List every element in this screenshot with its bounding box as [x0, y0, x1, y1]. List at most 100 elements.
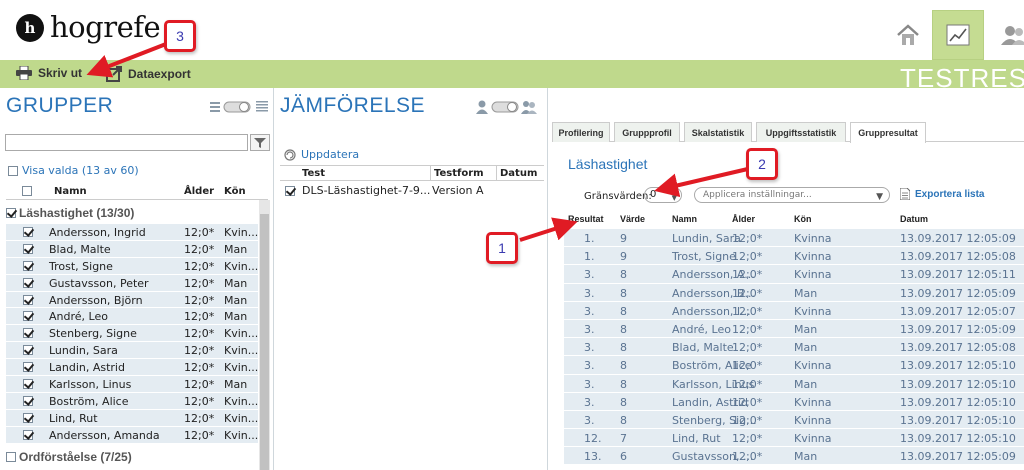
cell-date: 13.09.2017 12:05:09	[900, 322, 1016, 336]
table-row[interactable]: 12. 7 Lind, Rut 12;0* Kvinna 13.09.2017 12:05…	[564, 429, 1024, 448]
cell-value: 8	[620, 304, 627, 318]
table-row[interactable]: 3. 8 Boström, Alice 12;0* Kvinna 13.09.2017 1…	[564, 356, 1024, 375]
member-row[interactable]: Boström, Alice 12;0* Kvin...	[6, 392, 258, 410]
table-row[interactable]: 1. 9 Lundin, Sara 12;0* Kvinna 13.09.2017 12:…	[564, 229, 1024, 248]
member-checkbox[interactable]	[23, 379, 33, 390]
tab-skalstatistik[interactable]: Skalstatistik	[684, 122, 752, 142]
logo-mark: h	[16, 14, 44, 42]
cell-gender: Man	[794, 322, 818, 336]
member-checkbox[interactable]	[23, 395, 33, 406]
chevron-down-icon: ▼	[876, 192, 883, 202]
home-button[interactable]	[882, 10, 934, 60]
table-row[interactable]: 3. 8 Blad, Malte 12;0* Man 13.09.2017 12:05:0…	[564, 338, 1024, 357]
groups-search-input[interactable]	[5, 134, 248, 151]
member-row[interactable]: André, Leo 12;0* Man	[6, 308, 258, 326]
member-gender: Man	[224, 378, 248, 392]
member-checkbox[interactable]	[23, 260, 33, 271]
statistics-button[interactable]	[932, 10, 984, 60]
row-checkbox[interactable]	[285, 186, 295, 196]
printer-icon	[16, 66, 32, 80]
scrollbar-thumb[interactable]	[260, 214, 269, 470]
member-checkbox[interactable]	[23, 429, 33, 440]
member-checkbox[interactable]	[23, 311, 33, 322]
col-name[interactable]: Namn	[672, 214, 697, 224]
table-row[interactable]: 3. 8 André, Leo 12;0* Man 13.09.2017 12:05:09	[564, 319, 1024, 339]
view-toggle-icon[interactable]	[210, 100, 270, 114]
tab-profilering[interactable]: Profilering	[552, 122, 610, 142]
data-export-button[interactable]: Dataexport	[106, 66, 191, 82]
member-checkbox[interactable]	[23, 345, 33, 356]
tab-uppgiftsstatistik[interactable]: Uppgiftsstatistik	[756, 122, 846, 142]
table-row[interactable]: 3. 8 Andersson, B... 12;0* Man 13.09.2017 12:…	[564, 283, 1024, 302]
member-row[interactable]: Andersson, Ingrid 12;0* Kvin...	[6, 224, 258, 241]
group-label: Ordförståelse (7/25)	[19, 450, 132, 464]
member-checkbox[interactable]	[23, 412, 33, 423]
threshold-stepper[interactable]: 0 ▲ ▼	[644, 187, 682, 203]
cell-age: 12;0*	[732, 286, 763, 300]
col-gender[interactable]: Kön	[794, 214, 812, 224]
export-list-button[interactable]: Exportera lista	[900, 188, 984, 200]
table-row[interactable]: 3. 8 Landin, Astrid 12;0* Kvinna 13.09.2017 1…	[564, 392, 1024, 411]
stepper-arrows-icon[interactable]: ▲ ▼	[672, 189, 677, 202]
group-header-reading-speed[interactable]: Läshastighet (13/30)	[6, 206, 134, 220]
select-all-checkbox[interactable]	[22, 186, 32, 196]
member-gender: Kvin...	[224, 259, 259, 273]
cell-date: 13.09.2017 12:05:10	[900, 395, 1016, 409]
table-row[interactable]: 3. 8 Andersson, A... 12;0* Kvinna 13.09.2017 …	[564, 265, 1024, 284]
compare-toggle-icon[interactable]	[476, 100, 538, 114]
member-row[interactable]: Gustavsson, Peter 12;0* Man	[6, 274, 258, 292]
member-row[interactable]: Trost, Signe 12;0* Kvin...	[6, 257, 259, 275]
member-checkbox[interactable]	[23, 243, 33, 254]
member-row[interactable]: Lundin, Sara 12;0* Kvin...	[6, 342, 258, 360]
tab-gruppresultat[interactable]: Gruppresultat	[850, 122, 926, 143]
member-row[interactable]: Stenberg, Signe 12;0* Kvin...	[6, 325, 258, 343]
groups-scrollbar[interactable]	[259, 200, 270, 470]
table-row[interactable]: 3. 8 Andersson, I... 12;0* Kvinna 13.09.2017 …	[564, 301, 1024, 320]
member-row[interactable]: Andersson, Amanda 12;0* Kvin...	[6, 426, 258, 444]
cell-result: 3.	[584, 395, 595, 409]
member-gender: Man	[224, 276, 248, 290]
filter-button[interactable]	[250, 134, 270, 151]
group-checkbox[interactable]	[6, 452, 16, 462]
tab-gruppprofil[interactable]: Gruppprofil	[614, 122, 680, 142]
settings-placeholder: Applicera inställningar...	[703, 190, 812, 200]
group-checkbox[interactable]	[6, 208, 16, 218]
filter-icon	[254, 137, 266, 148]
col-age[interactable]: Ålder	[732, 214, 755, 224]
cell-gender: Kvinna	[794, 395, 832, 409]
member-row[interactable]: Landin, Astrid 12;0* Kvin...	[6, 359, 258, 377]
member-checkbox[interactable]	[23, 328, 33, 339]
cell-date: 13.09.2017 12:05:10	[900, 359, 1016, 373]
cell-result: 3.	[584, 359, 595, 373]
col-date[interactable]: Datum	[900, 214, 928, 224]
apply-settings-select[interactable]: Applicera inställningar... ▼	[694, 187, 890, 203]
show-selected-toggle[interactable]: Visa valda (13 av 60)	[8, 164, 139, 177]
cell-date: 13.09.2017 12:05:09	[900, 450, 1016, 464]
member-row[interactable]: Karlsson, Linus 12;0* Man	[6, 376, 258, 393]
member-row[interactable]: Andersson, Björn 12;0* Man	[6, 291, 258, 309]
show-selected-label: Visa valda (13 av 60)	[22, 164, 139, 177]
export-icon	[106, 66, 122, 82]
member-age: 12;0*	[184, 276, 215, 290]
member-checkbox[interactable]	[23, 227, 33, 237]
table-row[interactable]: 1. 9 Trost, Signe 12;0* Kvinna 13.09.2017 12:…	[564, 247, 1024, 266]
member-name: Boström, Alice	[49, 394, 129, 408]
show-selected-checkbox[interactable]	[8, 165, 18, 176]
update-button[interactable]: Uppdatera	[284, 148, 359, 161]
comparison-row[interactable]: DLS-Läshastighet-7-9... Version A	[280, 183, 544, 199]
col-value[interactable]: Värde	[620, 214, 645, 224]
member-checkbox[interactable]	[23, 294, 33, 305]
group-header-vocabulary[interactable]: Ordförståelse (7/25)	[6, 450, 132, 464]
member-checkbox[interactable]	[23, 362, 33, 373]
member-checkbox[interactable]	[23, 277, 33, 288]
table-row[interactable]: 13. 6 Gustavsson, ... 12;0* Man 13.09.2017 12…	[564, 447, 1024, 466]
comparison-table-header: Test Testform Datum	[280, 165, 544, 181]
table-row[interactable]: 3. 8 Karlsson, Linus 12;0* Man 13.09.2017 12:…	[564, 374, 1024, 393]
users-button[interactable]	[988, 10, 1024, 60]
member-row[interactable]: Lind, Rut 12;0* Kvin...	[6, 409, 258, 427]
member-row[interactable]: Blad, Malte 12;0* Man	[6, 240, 258, 258]
print-button[interactable]: Skriv ut	[16, 66, 82, 80]
table-row[interactable]: 3. 8 Stenberg, Sig... 12;0* Kvinna 13.09.2017…	[564, 410, 1024, 430]
col-result[interactable]: Resultat	[568, 214, 604, 224]
cell-result: 3.	[584, 413, 595, 427]
